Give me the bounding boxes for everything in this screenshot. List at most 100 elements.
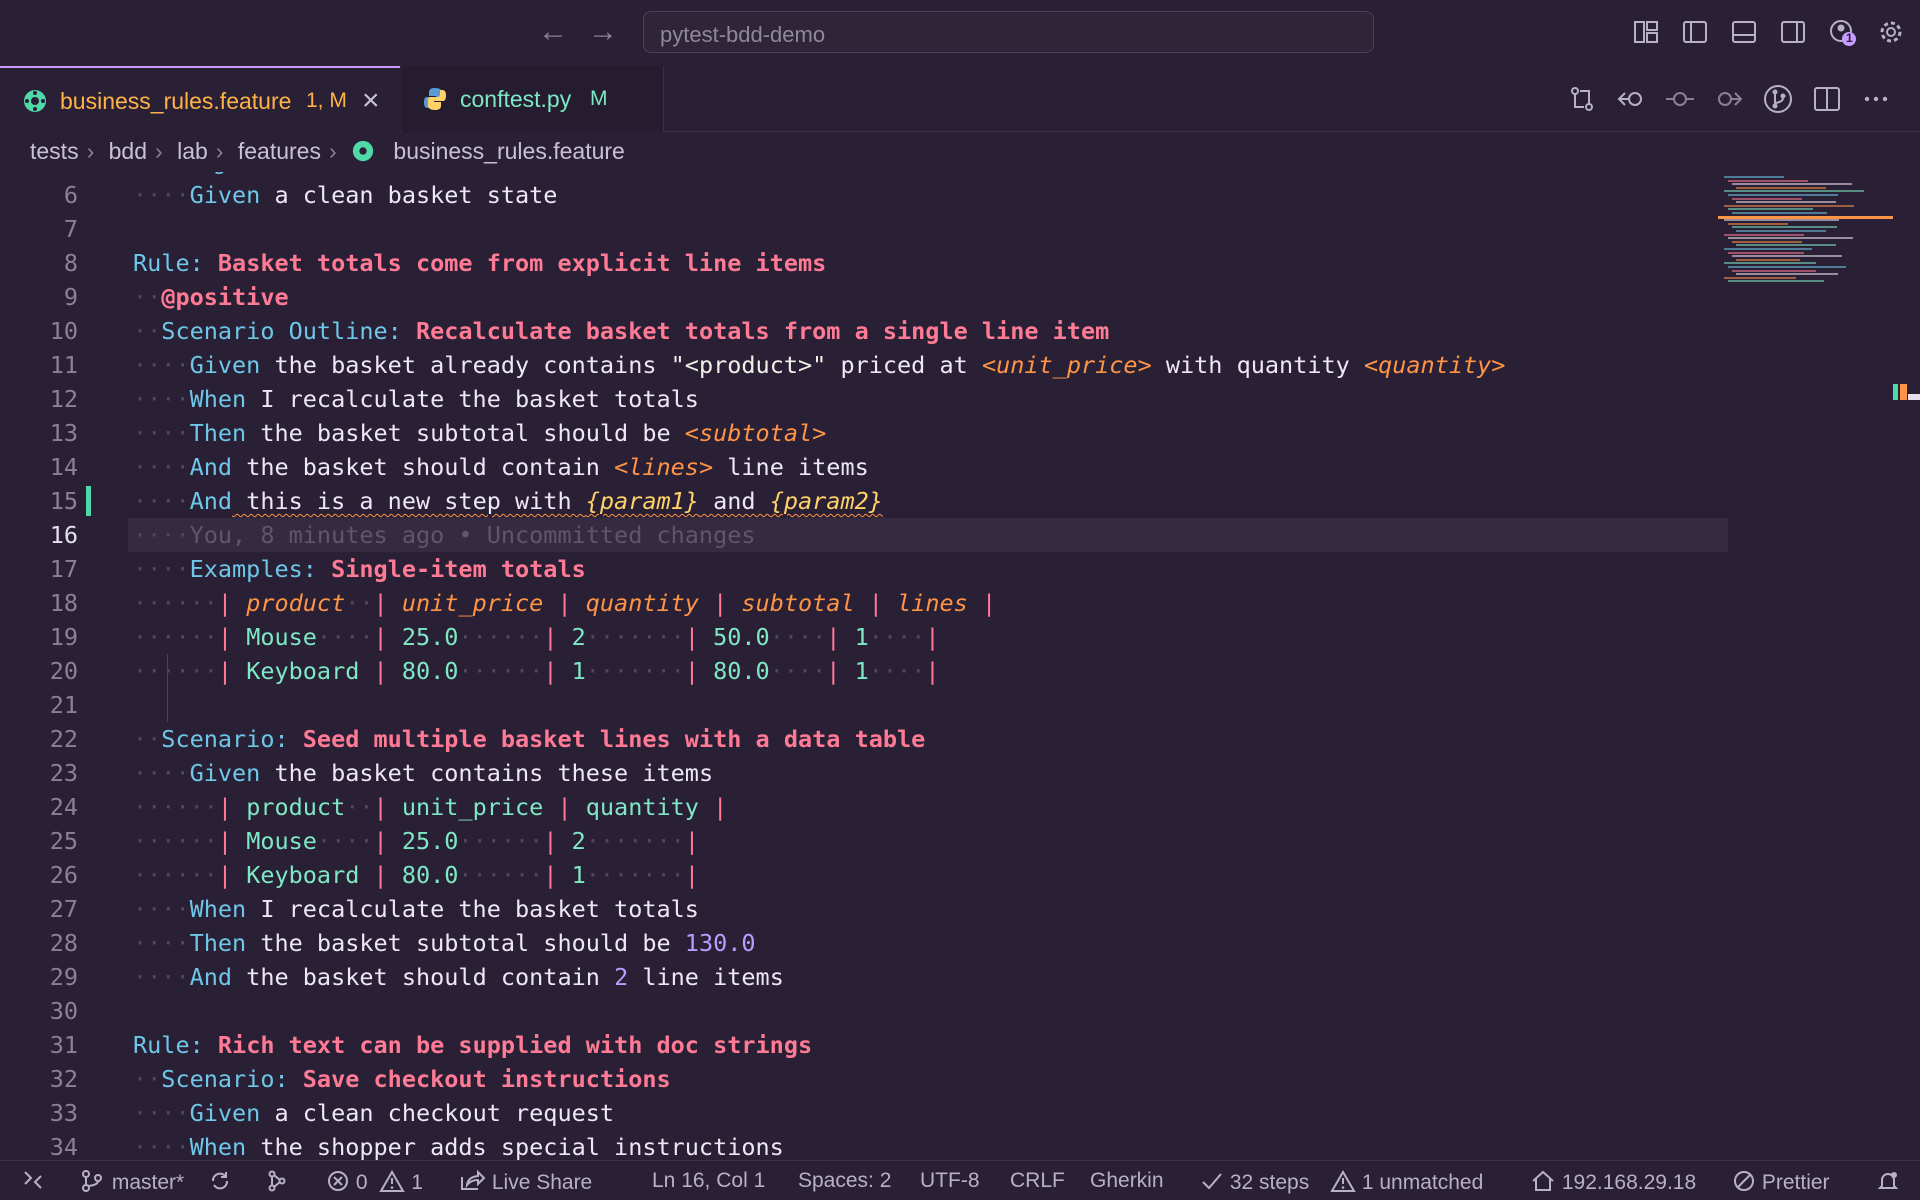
code-line[interactable]: 34 ····When the shopper adds special inst… [0,1130,1920,1160]
toggle-primary-sidebar-icon[interactable] [1680,17,1710,47]
code-token: line items [713,453,869,481]
code-line[interactable]: 12 ····When I recalculate the basket tota… [0,382,1920,416]
code-content: ····When I recalculate the basket totals [133,892,699,926]
gitlens-graph-icon[interactable] [265,1169,289,1195]
code-token: Scenario Outline: [161,317,402,345]
code-line[interactable]: 6 ····Given a clean basket state [0,178,1920,212]
code-line[interactable]: 23 ····Given the basket contains these it… [0,756,1920,790]
tab-label: conftest.py [460,86,572,112]
code-token: I recalculate the basket totals [246,895,699,923]
code-line[interactable]: 16 ····You, 8 minutes ago • Uncommitted c… [50,518,1728,552]
code-line[interactable]: 24 ······| product··| unit_price | quanti… [0,790,1920,824]
cursor-position[interactable]: Ln 16, Col 1 [652,1169,765,1193]
tab-conftest-py[interactable]: conftest.py M [402,66,664,132]
back-arrow-icon[interactable]: ← [535,14,571,50]
code-token: {param2} [769,487,883,515]
breadcrumb-item-features[interactable]: features [238,138,321,164]
code-line[interactable]: 19 ······| Mouse····| 25.0······| 2······… [0,620,1920,654]
code-line[interactable]: 15 ····And this is a new step with {param… [0,484,1920,518]
code-line[interactable]: 26 ······| Keyboard | 80.0······| 1······… [0,858,1920,892]
code-token: Mouse [246,827,317,855]
code-content: ····Examples: Single-item totals [133,552,586,586]
indent-whitespace: ······ [133,793,218,821]
code-line[interactable]: 25 ······| Mouse····| 25.0······| 2······… [0,824,1920,858]
forward-arrow-icon[interactable]: → [585,14,621,50]
breadcrumb-item-tests[interactable]: tests [30,138,79,164]
code-line[interactable]: 27 ····When I recalculate the basket tota… [0,892,1920,926]
remote-indicator-icon[interactable] [22,1169,44,1193]
live-share-button[interactable]: Live Share [458,1169,592,1195]
code-token: | [684,827,699,855]
code-line[interactable]: 21 [0,688,1920,722]
customize-layout-icon[interactable] [1631,17,1661,47]
split-editor-icon[interactable] [1811,83,1843,115]
code-editor[interactable]: Background: 6····Given a clean basket st… [0,172,1920,1160]
code-content: ····Then the basket subtotal should be <… [133,416,826,450]
code-line[interactable]: 20 ······| Keyboard | 80.0······| 1······… [0,654,1920,688]
code-line[interactable]: 11 ····Given the basket already contains … [0,348,1920,382]
code-token: the shopper adds special instructions [246,1133,784,1160]
code-token: Scenario: [161,1065,289,1093]
code-line[interactable]: 33 ····Given a clean checkout request [0,1096,1920,1130]
code-token: ······ [458,861,544,889]
code-line[interactable]: 9 ··@positive [0,280,1920,314]
code-line[interactable]: 29 ····And the basket should contain 2 li… [0,960,1920,994]
tab-label: business_rules.feature [60,88,292,114]
accounts-icon[interactable]: 1 [1827,17,1857,47]
code-line[interactable]: 30 [0,994,1920,1028]
sync-icon[interactable] [208,1169,232,1195]
code-line[interactable]: 22 ··Scenario: Seed multiple basket lines… [0,722,1920,756]
code-line[interactable]: 18 ······| product··| unit_price | quanti… [0,586,1920,620]
encoding-setting[interactable]: UTF-8 [920,1169,980,1193]
code-content: Rule: Basket totals come from explicit l… [133,246,826,280]
previous-change-icon[interactable] [1615,83,1647,115]
indent-whitespace: ·· [133,317,162,345]
breadcrumb-item-lab[interactable]: lab [177,138,208,164]
git-commit-icon[interactable] [1664,83,1696,115]
steps-indicator[interactable]: 32 steps [1200,1169,1309,1195]
code-line[interactable]: 8 Rule: Basket totals come from explicit … [0,246,1920,280]
code-token: | [217,589,247,617]
code-line[interactable]: 31 Rule: Rich text can be supplied with d… [0,1028,1920,1062]
error-icon [328,1171,348,1191]
code-line[interactable]: 17 ····Examples: Single-item totals [0,552,1920,586]
code-line[interactable]: 28 ····Then the basket subtotal should be… [0,926,1920,960]
next-change-icon[interactable] [1713,83,1745,115]
eol-setting[interactable]: CRLF [1010,1169,1065,1193]
breadcrumb-item-file[interactable]: business_rules.feature [393,138,624,164]
code-token: I recalculate the basket totals [246,385,699,413]
open-changes-icon[interactable] [1566,83,1598,115]
code-token: product [246,589,346,617]
notifications-bell-icon[interactable] [1876,1169,1900,1195]
code-token: 25.0 [401,827,459,855]
close-tab-icon[interactable]: × [362,84,380,118]
indent-whitespace: ······ [133,657,218,685]
problems-indicator[interactable]: 0 1 [326,1169,423,1195]
unmatched-indicator[interactable]: 1 unmatched [1330,1169,1483,1195]
code-line[interactable]: 13 ····Then the basket subtotal should be… [0,416,1920,450]
toggle-secondary-sidebar-icon[interactable] [1778,17,1808,47]
indentation-setting[interactable]: Spaces: 2 [798,1169,891,1193]
code-line[interactable]: 14 ····And the basket should contain <lin… [0,450,1920,484]
minimap[interactable] [1718,172,1898,302]
tab-business-rules-feature[interactable]: business_rules.feature 1, M × [0,66,400,132]
line-number: 30 [49,997,78,1025]
toggle-panel-icon[interactable] [1729,17,1759,47]
gitlens-icon[interactable] [1762,83,1794,115]
code-line[interactable]: 32 ··Scenario: Save checkout instructions [0,1062,1920,1096]
more-actions-icon[interactable] [1860,83,1892,115]
tab-badge: M [590,87,608,110]
indent-whitespace: ·· [133,1065,162,1093]
line-number: 33 [49,1099,78,1127]
breadcrumb-item-bdd[interactable]: bdd [109,138,147,164]
source-control-branch[interactable]: master* [80,1169,184,1195]
command-center-search[interactable]: pytest-bdd-demo [643,11,1374,53]
code-token: | [373,793,402,821]
settings-gear-icon[interactable] [1876,17,1906,47]
prettier-formatter[interactable]: Prettier [1732,1169,1830,1195]
remote-host[interactable]: 192.168.29.18 [1530,1169,1696,1195]
code-line[interactable]: 7 [0,212,1920,246]
language-mode[interactable]: Gherkin [1090,1169,1164,1193]
code-line[interactable]: 10 ··Scenario Outline: Recalculate basket… [0,314,1920,348]
code-token: "<product>" [670,351,827,379]
